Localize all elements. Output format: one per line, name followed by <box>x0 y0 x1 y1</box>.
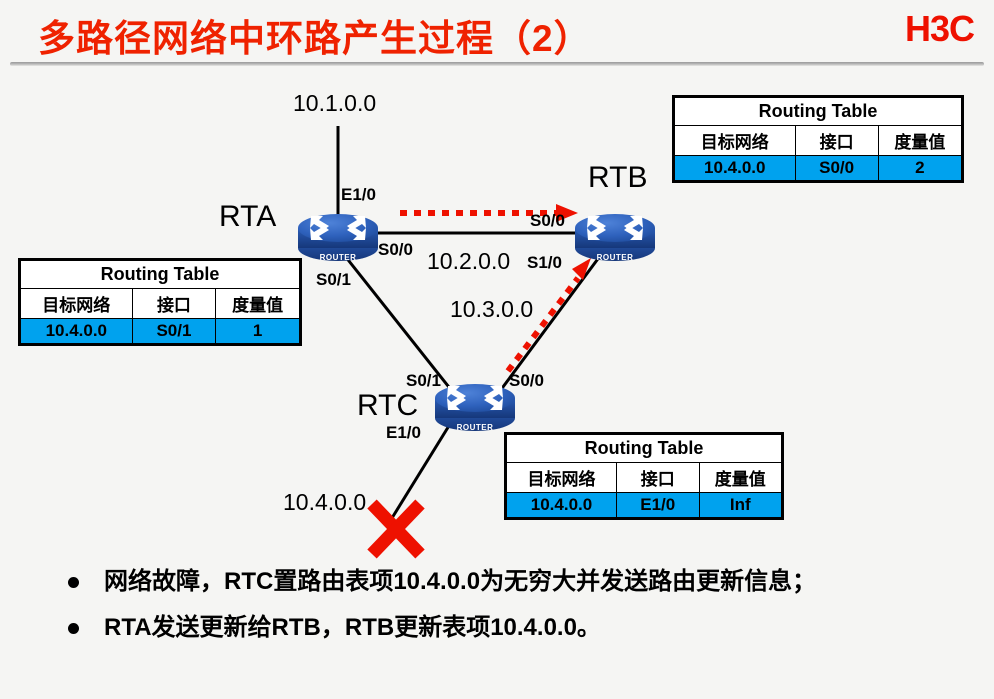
cell-metric: 2 <box>877 155 963 181</box>
router-icon-label: ROUTER <box>596 253 634 262</box>
network-label-10-2-0-0: 10.2.0.0 <box>427 248 511 274</box>
list-item: RTA发送更新给RTB，RTB更新表项10.4.0.0。 <box>0 612 994 644</box>
cell-destination: 10.4.0.0 <box>20 318 133 344</box>
router-icon-label: ROUTER <box>319 253 357 262</box>
column-header-metric: 度量值 <box>698 462 782 493</box>
interface-label-rta-s0-0: S0/0 <box>378 240 413 259</box>
column-header-interface: 接口 <box>794 125 879 156</box>
cell-destination: 10.4.0.0 <box>674 155 796 181</box>
network-label-10-3-0-0: 10.3.0.0 <box>450 296 534 322</box>
page-title: 多路径网络中环路产生过程（2） <box>38 18 592 59</box>
cell-interface: S0/0 <box>794 155 879 181</box>
network-label-10-1-0-0: 10.1.0.0 <box>293 90 377 116</box>
cell-destination: 10.4.0.0 <box>506 492 617 518</box>
column-header-metric: 度量值 <box>215 288 300 319</box>
cell-interface: S0/1 <box>131 318 217 344</box>
router-icon-rta[interactable]: ROUTER <box>297 206 379 264</box>
table-row: 10.4.0.0 E1/0 Inf <box>506 492 782 518</box>
bullet-list: 网络故障，RTC置路由表项10.4.0.0为无穷大并发送路由更新信息； RTA发… <box>0 566 994 647</box>
table-title: Routing Table <box>674 97 962 126</box>
router-name-rtc: RTC <box>357 389 419 422</box>
interface-label-rtc-s0-0: S0/0 <box>509 371 544 390</box>
bullet-dot-icon <box>68 577 79 588</box>
routing-table-rta: Routing Table 目标网络 接口 度量值 10.4.0.0 S0/1 … <box>18 258 302 346</box>
bullet-text: RTA发送更新给RTB，RTB更新表项10.4.0.0。 <box>104 613 601 641</box>
list-item: 网络故障，RTC置路由表项10.4.0.0为无穷大并发送路由更新信息； <box>0 566 994 598</box>
column-header-destination: 目标网络 <box>20 288 133 319</box>
column-header-interface: 接口 <box>131 288 217 319</box>
cell-metric: 1 <box>215 318 300 344</box>
routing-table-rtb: Routing Table 目标网络 接口 度量值 10.4.0.0 S0/0 … <box>672 95 964 183</box>
bullet-dot-icon <box>68 622 79 634</box>
network-label-10-4-0-0: 10.4.0.0 <box>283 489 367 515</box>
cell-metric: Inf <box>698 492 782 518</box>
network-topology-diagram: ROUTER ROUTER ROUTER 10.1.0.0 10.2.0.0 1… <box>0 66 994 566</box>
router-icon-rtc[interactable]: ROUTER <box>434 376 516 434</box>
interface-label-rta-e1-0: E1/0 <box>341 185 376 204</box>
interface-label-rtb-s1-0: S1/0 <box>527 253 562 272</box>
table-row: 10.4.0.0 S0/1 1 <box>20 318 300 344</box>
interface-label-rtc-e1-0: E1/0 <box>386 423 421 442</box>
column-header-interface: 接口 <box>616 462 700 493</box>
routing-table-rtc: Routing Table 目标网络 接口 度量值 10.4.0.0 E1/0 … <box>504 432 784 520</box>
router-name-rta: RTA <box>219 200 277 233</box>
h3c-logo: H3C <box>904 8 975 49</box>
table-row: 10.4.0.0 S0/0 2 <box>674 155 963 181</box>
router-icon-rtb[interactable]: ROUTER <box>574 206 656 264</box>
router-name-rtb: RTB <box>588 161 648 194</box>
column-header-destination: 目标网络 <box>506 462 617 493</box>
table-title: Routing Table <box>506 434 782 463</box>
router-icon-label: ROUTER <box>456 423 494 432</box>
table-title: Routing Table <box>20 260 300 289</box>
cell-interface: E1/0 <box>616 492 700 518</box>
column-header-destination: 目标网络 <box>674 125 796 156</box>
interface-label-rta-s0-1: S0/1 <box>316 270 351 289</box>
column-header-metric: 度量值 <box>877 125 963 156</box>
bullet-text: 网络故障，RTC置路由表项10.4.0.0为无穷大并发送路由更新信息； <box>104 568 817 595</box>
interface-label-rtc-s0-1: S0/1 <box>406 371 441 390</box>
interface-label-rtb-s0-0: S0/0 <box>530 211 565 230</box>
